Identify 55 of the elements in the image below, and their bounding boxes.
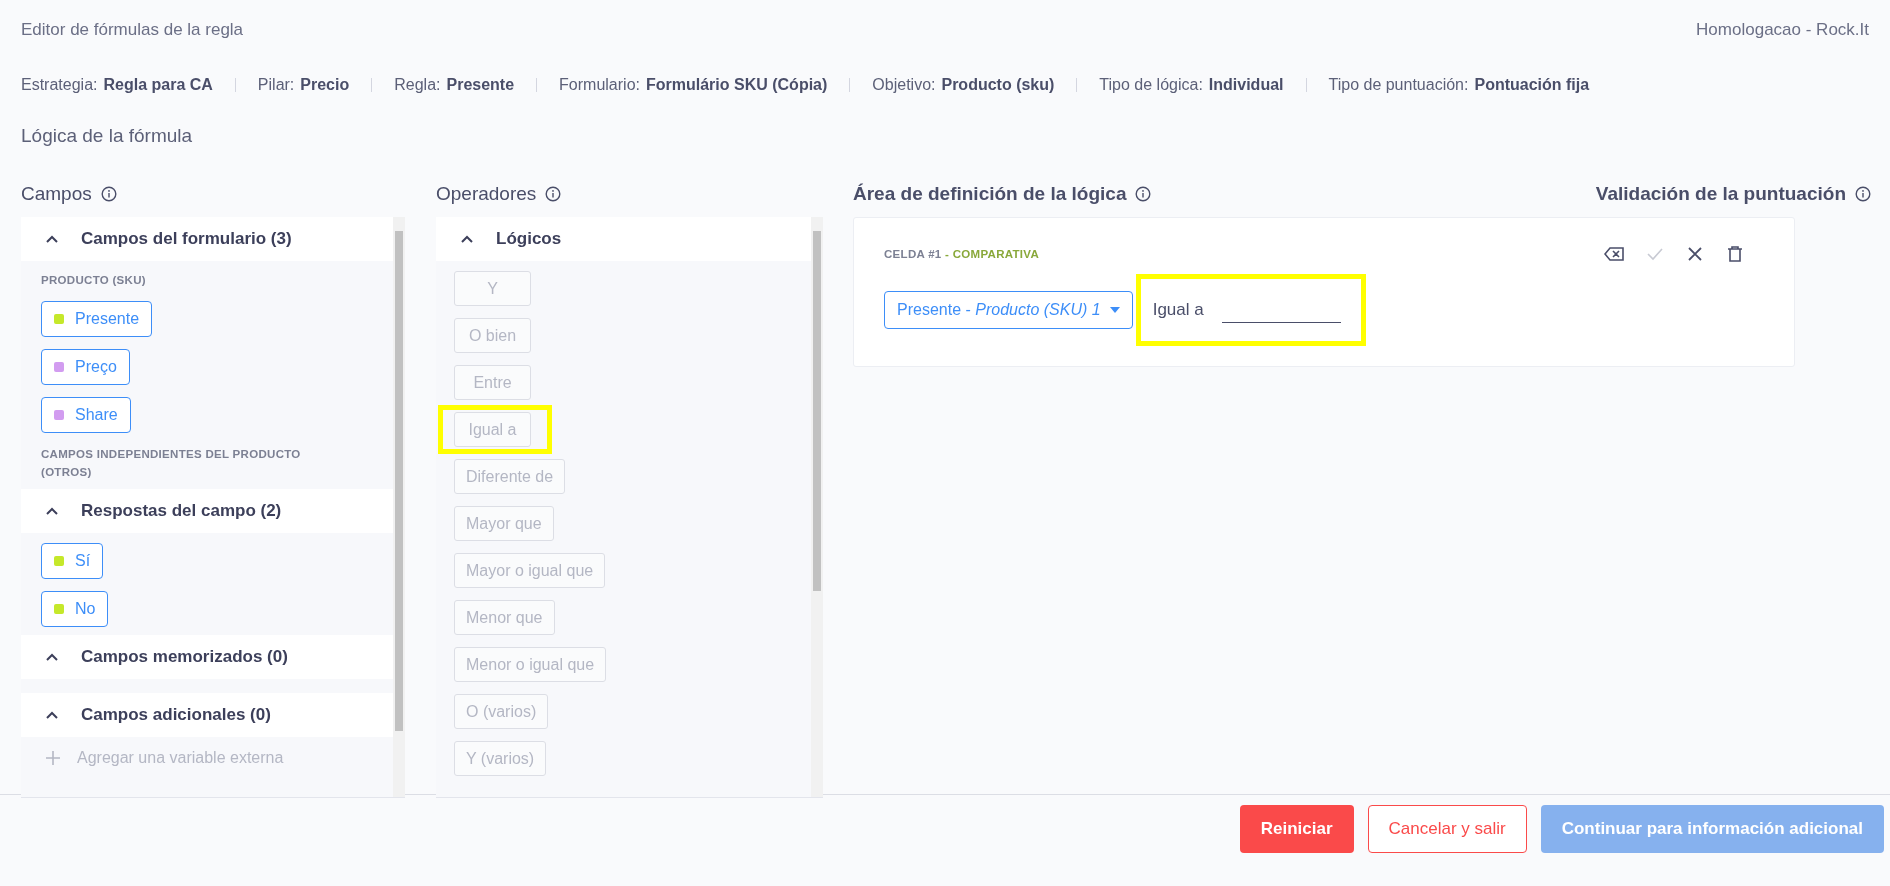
scrollbar[interactable]	[393, 217, 405, 797]
field-chip[interactable]: Share	[41, 397, 131, 433]
info-value: Precio	[300, 76, 350, 94]
info-value: Producto (sku)	[941, 76, 1055, 94]
operator-label: Igual a	[1152, 300, 1204, 320]
close-icon[interactable]	[1686, 245, 1704, 263]
info-label: Objetivo:	[872, 76, 936, 94]
info-label: Tipo de lógica:	[1099, 76, 1203, 94]
column-title: Área de definición de la lógica	[853, 182, 1127, 205]
info-label: Tipo de puntuación:	[1328, 76, 1469, 94]
plus-icon	[45, 750, 61, 766]
info-label: Regla:	[394, 76, 441, 94]
field-chip[interactable]: No	[41, 591, 109, 627]
workspace-name: Homologacao - Rock.It	[1696, 20, 1869, 40]
trash-icon[interactable]	[1726, 245, 1744, 263]
group-label: PRODUCTO (SKU)	[41, 273, 146, 288]
field-chip[interactable]: Presente	[41, 301, 153, 337]
chevron-up-icon[interactable]	[45, 710, 59, 720]
caret-down-icon	[1109, 307, 1120, 313]
info-label: Pilar:	[257, 76, 295, 94]
chevron-up-icon[interactable]	[45, 506, 59, 516]
info-icon	[545, 185, 562, 202]
info-value: Presente	[446, 76, 515, 94]
section-header[interactable]: Respostas del campo (2)	[21, 489, 393, 533]
backspace-icon[interactable]	[1604, 245, 1624, 263]
info-label: Formulario:	[559, 76, 640, 94]
info-value: Regla para CA	[103, 76, 213, 94]
scrollbar[interactable]	[811, 217, 823, 797]
section-header[interactable]: Lógicos	[436, 217, 811, 261]
section-header[interactable]: Campos adicionales (0)	[21, 693, 393, 737]
action-button[interactable]: Cancelar y salir	[1367, 805, 1527, 853]
section-header[interactable]: Campos memorizados (0)	[21, 635, 393, 679]
action-button[interactable]: Reiniciar	[1239, 805, 1354, 853]
field-chip[interactable]: Preço	[41, 349, 130, 385]
chevron-up-icon[interactable]	[45, 234, 59, 244]
section-title: Lógica de la fórmula	[21, 124, 194, 148]
info-icon	[100, 185, 117, 202]
column-title: Operadores	[436, 182, 537, 205]
column-title: Campos	[21, 182, 92, 205]
group-label: CAMPOS INDEPENDIENTES DEL PRODUCTO (OTROS)	[41, 447, 302, 480]
section-header[interactable]: Campos del formulario (3)	[21, 217, 393, 261]
field-dropdown[interactable]: Presente - Producto (SKU) 1	[884, 291, 1133, 329]
info-label: Estrategia:	[21, 76, 98, 94]
info-icon	[1135, 185, 1152, 202]
chevron-up-icon[interactable]	[460, 234, 474, 244]
page-title: Editor de fórmulas de la regla	[21, 20, 244, 40]
info-value: Formulário SKU (Cópia)	[646, 76, 828, 94]
info-icon	[1855, 185, 1871, 202]
info-value: Individual	[1208, 76, 1284, 94]
cell-label: CELDA #1 - COMPARATIVA	[884, 248, 1040, 260]
chevron-up-icon[interactable]	[45, 652, 59, 662]
add-variable-link[interactable]: Agregar una variable externa	[77, 749, 284, 767]
info-value: Pontuación fija	[1474, 76, 1590, 94]
field-chip[interactable]: Sí	[41, 543, 104, 579]
column-title: Validación de la puntuación	[1595, 182, 1846, 205]
